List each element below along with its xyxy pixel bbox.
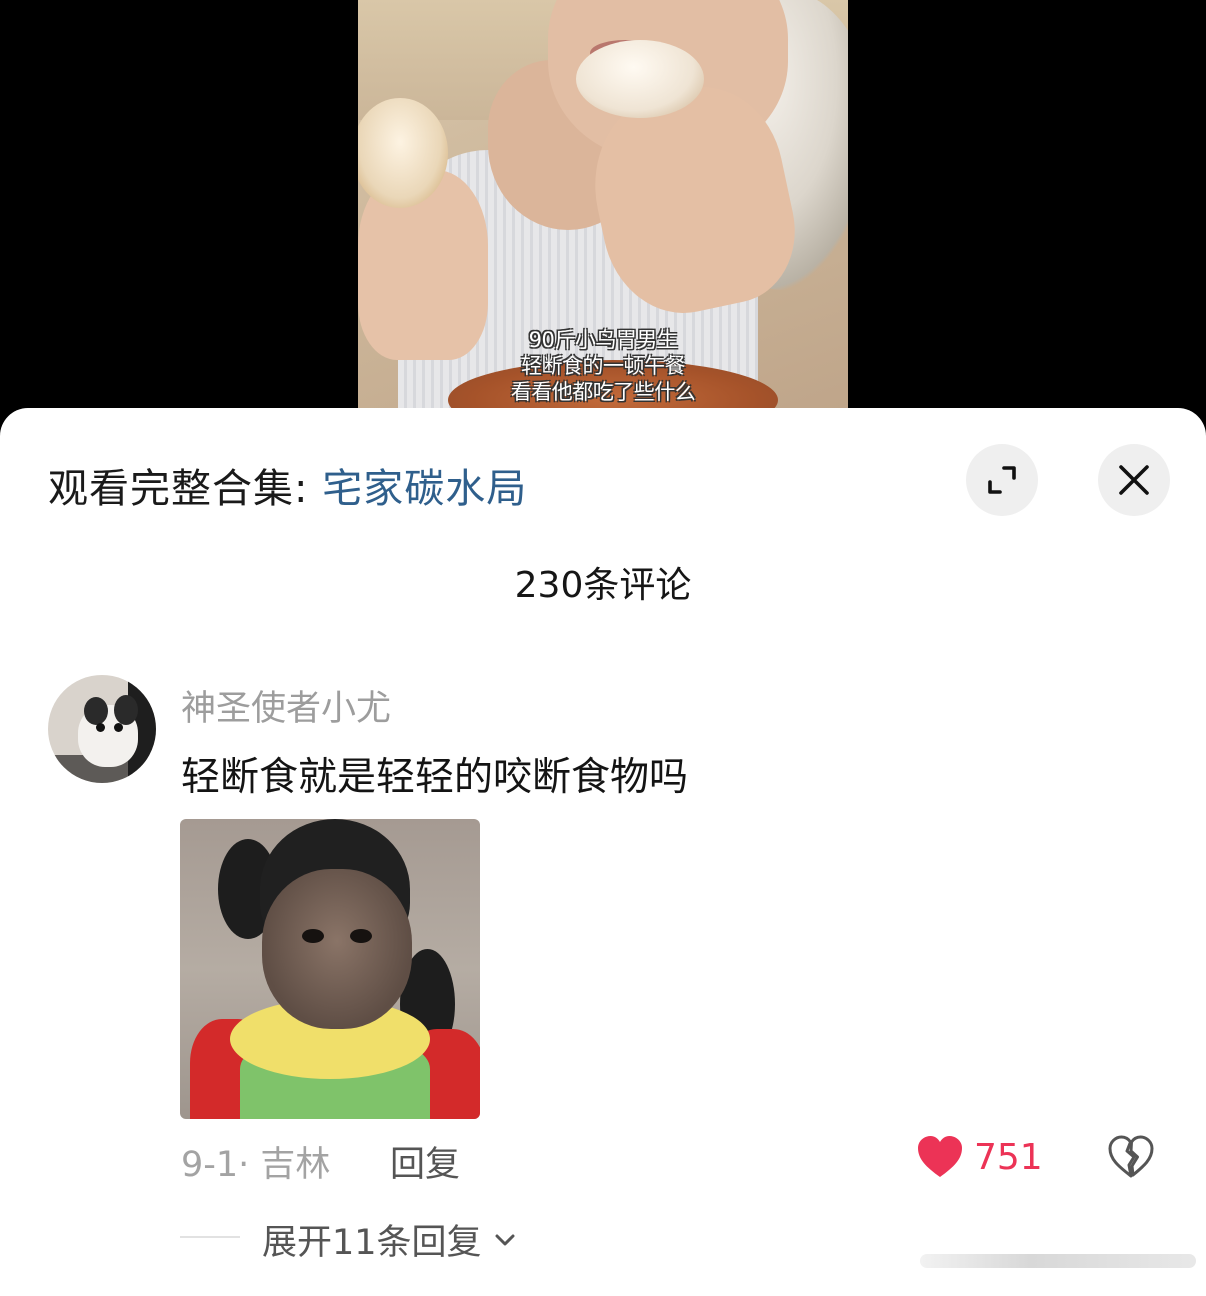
- video-caption-line: 90斤小鸟胃男生: [528, 328, 678, 352]
- video-caption-line: 看看他都吃了些什么: [510, 380, 696, 404]
- comment-text: 轻断食就是轻轻的咬断食物吗: [181, 755, 689, 800]
- close-icon: [1119, 465, 1149, 495]
- like-count: 751: [974, 1136, 1043, 1178]
- video-caption: 90斤小鸟胃男生 轻断食的一顿午餐 看看他都吃了些什么: [358, 327, 848, 405]
- reply-button[interactable]: 回复: [390, 1136, 460, 1187]
- comment-count: 230条评论: [514, 565, 692, 606]
- expand-button[interactable]: [966, 444, 1038, 516]
- broken-heart-icon: [1108, 1135, 1154, 1178]
- video-caption-line: 轻断食的一顿午餐: [521, 354, 686, 378]
- home-indicator[interactable]: [920, 1254, 1196, 1268]
- collection-link[interactable]: 观看完整合集: 宅家碳水局: [48, 456, 527, 514]
- avatar-dog-eye: [114, 723, 123, 732]
- video-frame[interactable]: 90斤小鸟胃男生 轻断食的一顿午餐 看看他都吃了些什么: [358, 0, 848, 410]
- image-part: [302, 929, 324, 943]
- expand-icon: [988, 466, 1016, 494]
- like-button[interactable]: 751: [916, 1132, 1043, 1182]
- chevron-down-icon: [492, 1227, 518, 1253]
- avatar-dog-ear: [84, 697, 108, 725]
- avatar-dog-eye: [96, 723, 105, 732]
- heart-filled-icon: [918, 1136, 962, 1177]
- comments-sheet: 观看完整合集: 宅家碳水局 230条评论 神圣使者小尤 轻断食就是轻轻的咬断食物…: [0, 408, 1206, 1296]
- avatar-dog-ear: [114, 695, 138, 725]
- collection-name[interactable]: 宅家碳水局: [322, 466, 527, 512]
- close-button[interactable]: [1098, 444, 1170, 516]
- divider: [180, 1236, 240, 1238]
- comment-username[interactable]: 神圣使者小尤: [181, 680, 391, 731]
- expand-replies-button[interactable]: 展开11条回复: [262, 1214, 518, 1265]
- expand-replies-label: 展开11条回复: [262, 1223, 482, 1263]
- dislike-button[interactable]: [1106, 1132, 1156, 1182]
- image-part: [262, 869, 412, 1029]
- video-player[interactable]: 90斤小鸟胃男生 轻断食的一顿午餐 看看他都吃了些什么: [0, 0, 1206, 430]
- avatar[interactable]: [48, 675, 156, 783]
- comment-meta: 9-1· 吉林: [181, 1145, 331, 1185]
- comment-image[interactable]: [180, 819, 480, 1119]
- image-part: [350, 929, 372, 943]
- video-bun: [576, 40, 704, 118]
- collection-prefix: 观看完整合集:: [48, 466, 323, 512]
